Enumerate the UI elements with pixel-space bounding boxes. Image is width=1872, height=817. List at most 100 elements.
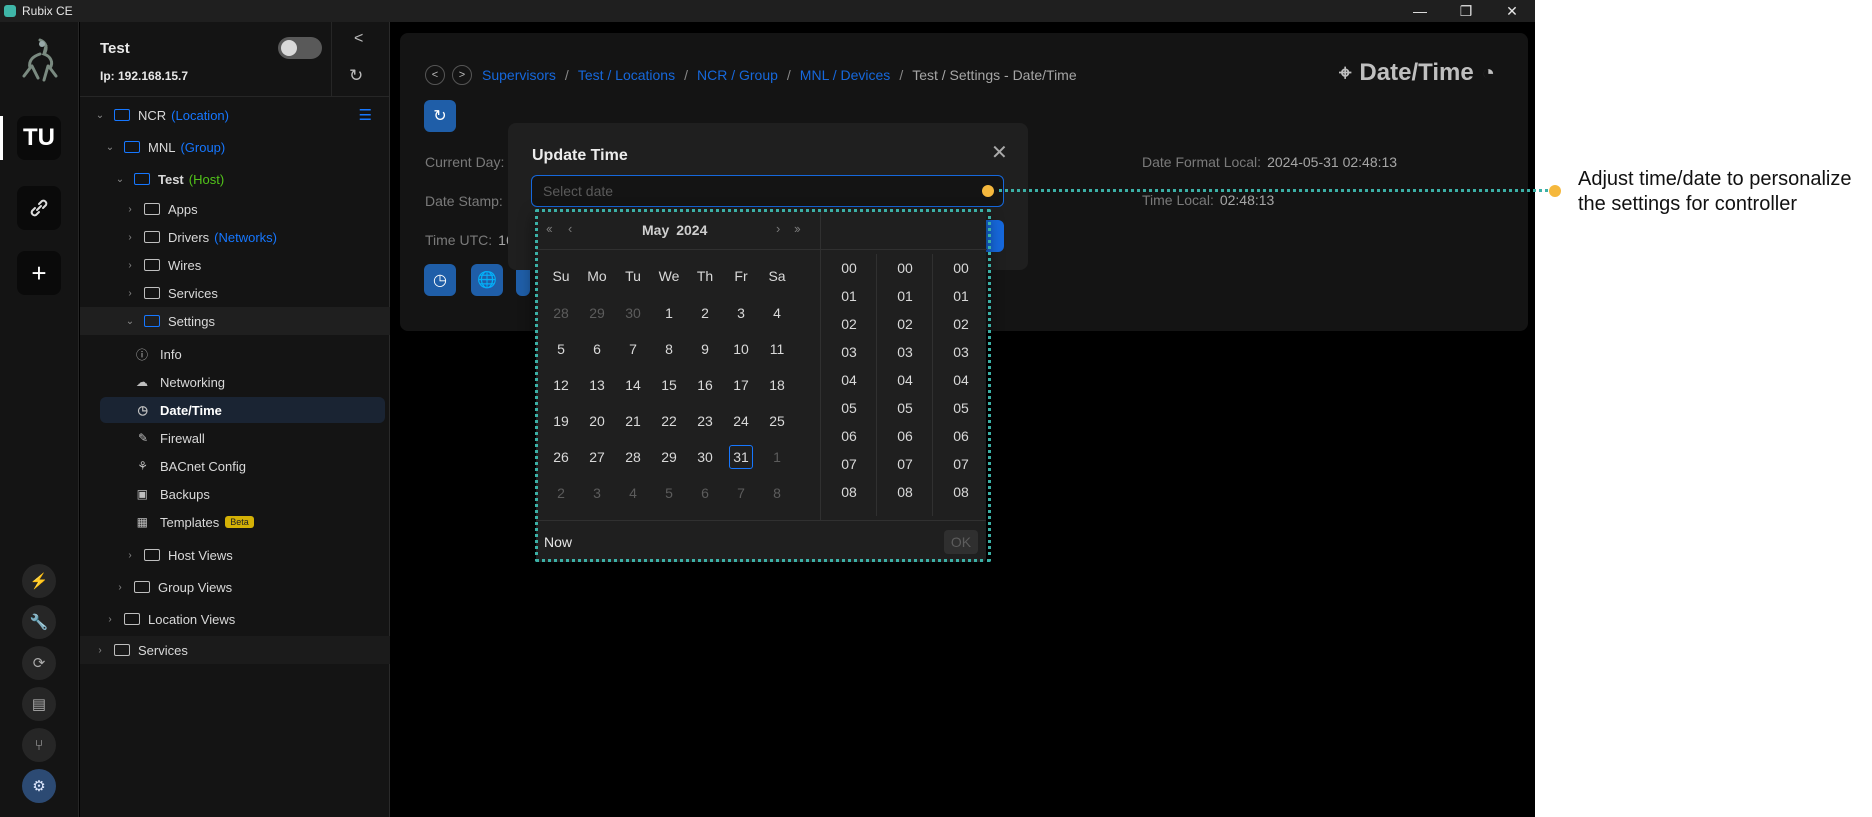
calendar-day[interactable]: 6 xyxy=(585,337,609,361)
hour-option[interactable]: 06 xyxy=(821,428,877,444)
minute-option[interactable]: 03 xyxy=(877,344,933,360)
month-label[interactable]: May xyxy=(642,222,669,238)
tree-node-root-services[interactable]: › Services xyxy=(80,636,390,664)
tree-node-apps[interactable]: › Apps xyxy=(80,195,390,223)
calendar-day[interactable]: 13 xyxy=(585,373,609,397)
second-option[interactable]: 08 xyxy=(933,484,989,500)
tree-node-host[interactable]: ⌄ Test (Host) xyxy=(80,165,390,193)
wrench-icon[interactable]: 🔧 xyxy=(22,605,56,639)
minutes-column[interactable]: 00 01 02 03 04 05 06 07 08 xyxy=(877,254,933,516)
document-icon[interactable]: ▤ xyxy=(22,687,56,721)
lightning-icon[interactable]: ⚡ xyxy=(22,564,56,598)
chevron-right-icon[interactable]: › xyxy=(124,204,136,215)
calendar-day[interactable]: 2 xyxy=(693,301,717,325)
second-option[interactable]: 00 xyxy=(933,260,989,276)
breadcrumb-devices[interactable]: MNL / Devices xyxy=(800,67,891,83)
chevron-right-icon[interactable]: › xyxy=(124,260,136,271)
chevron-down-icon[interactable]: ⌄ xyxy=(94,110,106,121)
calendar-day[interactable]: 1 xyxy=(765,445,789,469)
maximize-button[interactable]: ❐ xyxy=(1443,0,1489,22)
second-option[interactable]: 07 xyxy=(933,456,989,472)
refresh-icon[interactable]: ↻ xyxy=(349,66,363,86)
tu-avatar-button[interactable]: TU xyxy=(17,116,61,160)
settings-item-datetime[interactable]: ◷ Date/Time xyxy=(100,397,385,423)
chevron-down-icon[interactable]: ⌄ xyxy=(114,174,126,185)
hour-option[interactable]: 08 xyxy=(821,484,877,500)
calendar-day[interactable]: 1 xyxy=(657,301,681,325)
now-button[interactable]: Now xyxy=(544,534,572,550)
hour-option[interactable]: 05 xyxy=(821,400,877,416)
calendar-day[interactable]: 9 xyxy=(693,337,717,361)
settings-gear-icon[interactable]: ⚙ xyxy=(22,769,56,803)
calendar-day[interactable]: 15 xyxy=(657,373,681,397)
settings-item-networking[interactable]: ☁ Networking xyxy=(100,369,385,395)
settings-item-info[interactable]: ⓘ Info xyxy=(100,341,385,367)
hour-option[interactable]: 01 xyxy=(821,288,877,304)
calendar-day[interactable]: 22 xyxy=(657,409,681,433)
minute-option[interactable]: 02 xyxy=(877,316,933,332)
next-month-icon[interactable]: › xyxy=(776,221,780,236)
chevron-right-icon[interactable]: › xyxy=(124,550,136,561)
forward-button[interactable]: > xyxy=(452,65,472,85)
breadcrumb-locations[interactable]: Test / Locations xyxy=(578,67,675,83)
chevron-right-icon[interactable]: › xyxy=(114,582,126,593)
tree-node-wires[interactable]: › Wires xyxy=(80,251,390,279)
second-option[interactable]: 02 xyxy=(933,316,989,332)
hours-column[interactable]: 00 01 02 03 04 05 06 07 08 xyxy=(821,254,877,516)
hour-option[interactable]: 00 xyxy=(821,260,877,276)
calendar-day[interactable]: 19 xyxy=(549,409,573,433)
tree-node-settings[interactable]: ⌄ Settings xyxy=(80,307,390,335)
breadcrumb-supervisors[interactable]: Supervisors xyxy=(482,67,556,83)
tree-node-group-views[interactable]: › Group Views xyxy=(80,573,390,601)
calendar-day[interactable]: 31 xyxy=(729,445,753,469)
calendar-day[interactable]: 28 xyxy=(621,445,645,469)
calendar-day[interactable]: 3 xyxy=(729,301,753,325)
calendar-day[interactable]: 7 xyxy=(729,481,753,505)
minimize-button[interactable]: — xyxy=(1397,0,1443,22)
minute-option[interactable]: 01 xyxy=(877,288,933,304)
calendar-day[interactable]: 14 xyxy=(621,373,645,397)
chevron-right-icon[interactable]: › xyxy=(94,645,106,656)
timezone-globe-button[interactable]: 🌐 xyxy=(471,264,503,296)
calendar-day[interactable]: 18 xyxy=(765,373,789,397)
tree-node-location[interactable]: ⌄ NCR (Location) ☰ xyxy=(80,101,390,129)
calendar-day[interactable]: 29 xyxy=(585,301,609,325)
prev-month-icon[interactable]: ‹ xyxy=(568,221,572,236)
calendar-day[interactable]: 8 xyxy=(657,337,681,361)
calendar-day[interactable]: 27 xyxy=(585,445,609,469)
close-window-button[interactable]: ✕ xyxy=(1489,0,1535,22)
tree-node-services[interactable]: › Services xyxy=(80,279,390,307)
calendar-day[interactable]: 28 xyxy=(549,301,573,325)
update-time-button[interactable]: ◷ xyxy=(424,264,456,296)
refresh-button[interactable]: ↻ xyxy=(424,100,456,132)
second-option[interactable]: 04 xyxy=(933,372,989,388)
calendar-day[interactable]: 25 xyxy=(765,409,789,433)
calendar-day[interactable]: 23 xyxy=(693,409,717,433)
back-button[interactable]: < xyxy=(425,65,445,85)
calendar-day[interactable]: 7 xyxy=(621,337,645,361)
calendar-day[interactable]: 4 xyxy=(765,301,789,325)
breadcrumb-group[interactable]: NCR / Group xyxy=(697,67,778,83)
minute-option[interactable]: 05 xyxy=(877,400,933,416)
calendar-day[interactable]: 24 xyxy=(729,409,753,433)
second-option[interactable]: 05 xyxy=(933,400,989,416)
branch-icon[interactable]: ⑂ xyxy=(22,728,56,762)
settings-item-templates[interactable]: ▦ Templates Beta xyxy=(100,509,385,535)
minute-option[interactable]: 00 xyxy=(877,260,933,276)
calendar-day[interactable]: 16 xyxy=(693,373,717,397)
ok-button[interactable]: OK xyxy=(944,530,978,554)
link-icon[interactable] xyxy=(17,186,61,230)
calendar-day[interactable]: 4 xyxy=(621,481,645,505)
calendar-day[interactable]: 8 xyxy=(765,481,789,505)
calendar-day[interactable]: 2 xyxy=(549,481,573,505)
minute-option[interactable]: 07 xyxy=(877,456,933,472)
clock-refresh-icon[interactable]: ◔ xyxy=(1482,60,1495,86)
settings-item-backups[interactable]: ▣ Backups xyxy=(100,481,385,507)
tree-node-drivers[interactable]: › Drivers (Networks) xyxy=(80,223,390,251)
calendar-day[interactable]: 11 xyxy=(765,337,789,361)
settings-item-bacnet[interactable]: ⚘ BACnet Config xyxy=(100,453,385,479)
year-label[interactable]: 2024 xyxy=(676,222,707,238)
calendar-day[interactable]: 12 xyxy=(549,373,573,397)
chevron-down-icon[interactable]: ⌄ xyxy=(104,142,116,153)
chevron-right-icon[interactable]: › xyxy=(124,232,136,243)
